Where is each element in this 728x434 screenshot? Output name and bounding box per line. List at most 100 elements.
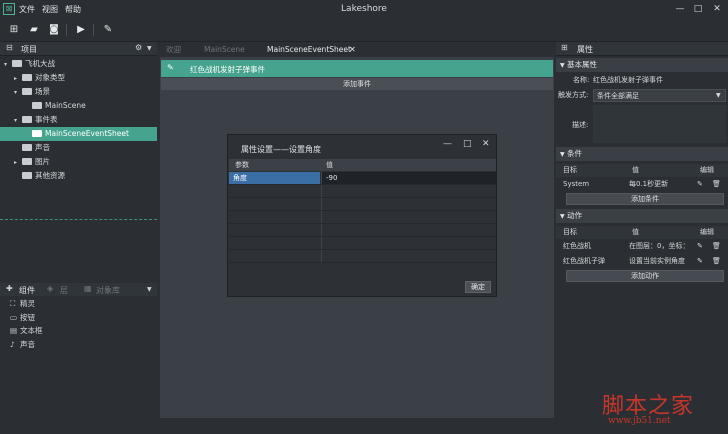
value-input[interactable]: [321, 237, 496, 249]
chevron-right-icon[interactable]: ▸: [14, 72, 22, 86]
value-input[interactable]: [321, 185, 496, 197]
chevron-down-icon[interactable]: ▼: [147, 45, 152, 52]
value-input[interactable]: -90: [321, 172, 496, 184]
add-action-button[interactable]: 添加动作: [566, 270, 724, 282]
brush-icon[interactable]: ✎: [100, 22, 116, 38]
tree-item[interactable]: ▸ 对象类型: [0, 71, 157, 85]
trigger-select[interactable]: 条件全部满足 ▼: [593, 89, 726, 102]
delete-icon[interactable]: 🗑: [712, 255, 721, 268]
dialog-grid-row[interactable]: [229, 211, 496, 224]
maximize-icon[interactable]: □: [691, 2, 705, 16]
actions-col-edit: 编辑: [700, 228, 714, 236]
conditions-section-header[interactable]: ▼ 条件: [556, 147, 728, 161]
component-item[interactable]: ♪ 声音: [0, 338, 157, 352]
dialog-close-icon[interactable]: ✕: [482, 139, 490, 149]
properties-icon: ⊞: [561, 43, 568, 52]
tree-item-label: 事件表: [35, 115, 58, 124]
scene-icon: [32, 102, 42, 109]
dialog-grid-row[interactable]: [229, 237, 496, 250]
button-icon: ▭: [10, 312, 18, 322]
dialog-title: 属性设置——设置角度: [241, 145, 321, 154]
action-target: 红色战机: [563, 242, 591, 250]
edit-icon[interactable]: ✎: [697, 178, 703, 191]
ok-button[interactable]: 确定: [465, 281, 491, 293]
tab-close-icon[interactable]: ✕: [349, 42, 356, 57]
dialog-grid-row[interactable]: [229, 185, 496, 198]
toolbar: ⊞ ▰ ◙ ▶ ✎: [0, 18, 728, 42]
name-value[interactable]: 红色战机发射子弹事件: [593, 74, 663, 87]
delete-icon[interactable]: 🗑: [712, 240, 721, 253]
tree-item[interactable]: MainScene: [0, 99, 157, 113]
tree-item-label: 飞机大战: [25, 59, 55, 68]
add-condition-button[interactable]: 添加条件: [566, 193, 724, 205]
param-cell: [229, 198, 320, 210]
condition-row[interactable]: System 每0.1秒更新 ✎ 🗑: [556, 178, 728, 191]
column-param: 参数: [235, 161, 249, 169]
component-item[interactable]: ▤ 文本框: [0, 324, 157, 338]
add-event-button[interactable]: 添加事件: [161, 78, 553, 90]
layers-icon[interactable]: ◈: [47, 284, 53, 293]
dialog-minimize-icon[interactable]: —: [443, 139, 452, 149]
sheet-icon: [32, 130, 42, 137]
tree-item-label: 图片: [35, 157, 50, 166]
tree-item[interactable]: ▾ 场景: [0, 85, 157, 99]
minimize-icon[interactable]: —: [673, 2, 687, 16]
component-label: 精灵: [20, 299, 35, 308]
conditions-col-target: 目标: [563, 166, 577, 174]
param-cell: [229, 237, 320, 249]
component-item[interactable]: ⛶ 精灵: [0, 297, 157, 311]
tab-components[interactable]: 组件: [19, 285, 35, 296]
chevron-down-icon[interactable]: ▾: [4, 58, 12, 72]
close-icon[interactable]: ✕: [710, 2, 724, 16]
tree-item[interactable]: 其他资源: [0, 169, 157, 183]
chevron-down-icon[interactable]: ▾: [14, 86, 22, 100]
basic-section-header[interactable]: ▼ 基本属性: [556, 58, 728, 72]
action-value: 设置当前实例角度: [629, 257, 685, 265]
dialog-grid-row[interactable]: [229, 224, 496, 237]
chevron-down-icon[interactable]: ▼: [147, 286, 152, 293]
open-folder-icon[interactable]: ▰: [26, 22, 42, 38]
value-input[interactable]: [321, 250, 496, 262]
tab-main-scene-event-sheet[interactable]: MainSceneEventSheet: [267, 42, 351, 57]
tab-object-library[interactable]: 对象库: [96, 285, 120, 296]
tree-item[interactable]: MainSceneEventSheet: [0, 127, 157, 141]
components-list: ⛶ 精灵 ▭ 按钮 ▤ 文本框 ♪ 声音: [0, 297, 157, 417]
tree-item[interactable]: ▸ 图片: [0, 155, 157, 169]
edit-icon[interactable]: ✎: [697, 255, 703, 268]
actions-section-header[interactable]: ▼ 动作: [556, 209, 728, 223]
event-edit-icon[interactable]: ✎: [167, 63, 174, 72]
dialog-grid-row[interactable]: [229, 250, 496, 263]
edit-icon[interactable]: ✎: [697, 240, 703, 253]
chevron-right-icon[interactable]: ▸: [14, 156, 22, 170]
component-item[interactable]: ▭ 按钮: [0, 311, 157, 325]
property-settings-dialog: 属性设置——设置角度 — □ ✕ 参数 值 角度 -90 确定: [227, 134, 497, 297]
new-project-icon[interactable]: ⊞: [6, 22, 22, 38]
save-icon[interactable]: ◙: [46, 22, 62, 38]
play-icon[interactable]: ▶: [73, 22, 89, 38]
tab-welcome[interactable]: 欢迎: [166, 42, 181, 57]
tree-item[interactable]: ▾ 飞机大战: [0, 57, 157, 71]
project-icon: [12, 60, 22, 67]
chevron-down-icon[interactable]: ▾: [14, 114, 22, 128]
tree-item[interactable]: 声音: [0, 141, 157, 155]
event-row[interactable]: ✎ 红色战机发射子弹事件: [161, 60, 553, 77]
action-row[interactable]: 红色战机子弹 设置当前实例角度 ✎ 🗑: [556, 255, 728, 268]
delete-icon[interactable]: 🗑: [712, 178, 721, 191]
tree-item[interactable]: ▾ 事件表: [0, 113, 157, 127]
folder-icon: [22, 172, 32, 179]
panel-splitter[interactable]: [0, 219, 157, 220]
dialog-grid-row[interactable]: [229, 198, 496, 211]
project-tree: ▾ 飞机大战 ▸ 对象类型 ▾ 场景 MainScene ▾ 事件表 MainSceneEvent…: [0, 57, 157, 217]
dialog-grid-row[interactable]: 角度 -90: [229, 172, 496, 185]
settings-icon[interactable]: ⚙: [135, 43, 142, 52]
description-field[interactable]: [593, 105, 726, 143]
value-input[interactable]: [321, 198, 496, 210]
tab-layers[interactable]: 层: [60, 285, 68, 296]
value-input[interactable]: [321, 224, 496, 236]
library-icon[interactable]: ▦: [84, 284, 92, 293]
tab-main-scene[interactable]: MainScene: [204, 42, 245, 57]
dialog-maximize-icon[interactable]: □: [463, 139, 472, 149]
conditions-col-value: 值: [632, 166, 639, 174]
action-row[interactable]: 红色战机 在图层：0，坐标： ✎ 🗑: [556, 240, 728, 253]
value-input[interactable]: [321, 211, 496, 223]
